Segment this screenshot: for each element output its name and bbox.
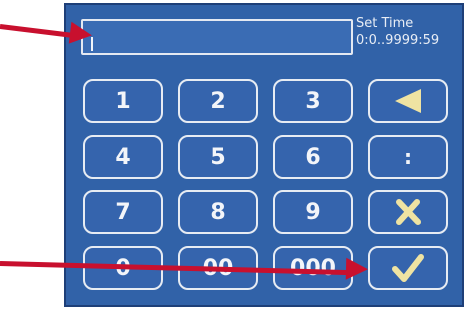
arrow-head	[345, 257, 369, 281]
set-time-title: Set Time	[356, 16, 414, 31]
key-8[interactable]: 8	[178, 190, 258, 234]
key-3[interactable]: 3	[273, 79, 353, 123]
key-9[interactable]: 9	[273, 190, 353, 234]
cancel-key[interactable]	[368, 190, 448, 234]
set-time-range: 0:0..9999:59	[356, 33, 440, 48]
key-5[interactable]: 5	[178, 135, 258, 179]
key-1[interactable]: 1	[83, 79, 163, 123]
arrow-shaft	[0, 24, 74, 38]
colon-key[interactable]: :	[368, 135, 448, 179]
key-4[interactable]: 4	[83, 135, 163, 179]
key-2[interactable]: 2	[178, 79, 258, 123]
confirm-key[interactable]	[368, 246, 448, 290]
arrow-head	[68, 21, 94, 47]
key-6[interactable]: 6	[273, 135, 353, 179]
key-7[interactable]: 7	[83, 190, 163, 234]
left-triangle-icon	[395, 89, 421, 113]
x-icon	[396, 199, 421, 225]
time-entry-panel: Set Time 0:0..9999:59 1 2 3 4 5 6 : 7 8 …	[64, 3, 464, 307]
checkmark-icon	[392, 254, 424, 282]
time-input-field[interactable]	[81, 19, 353, 55]
backspace-key[interactable]	[368, 79, 448, 123]
